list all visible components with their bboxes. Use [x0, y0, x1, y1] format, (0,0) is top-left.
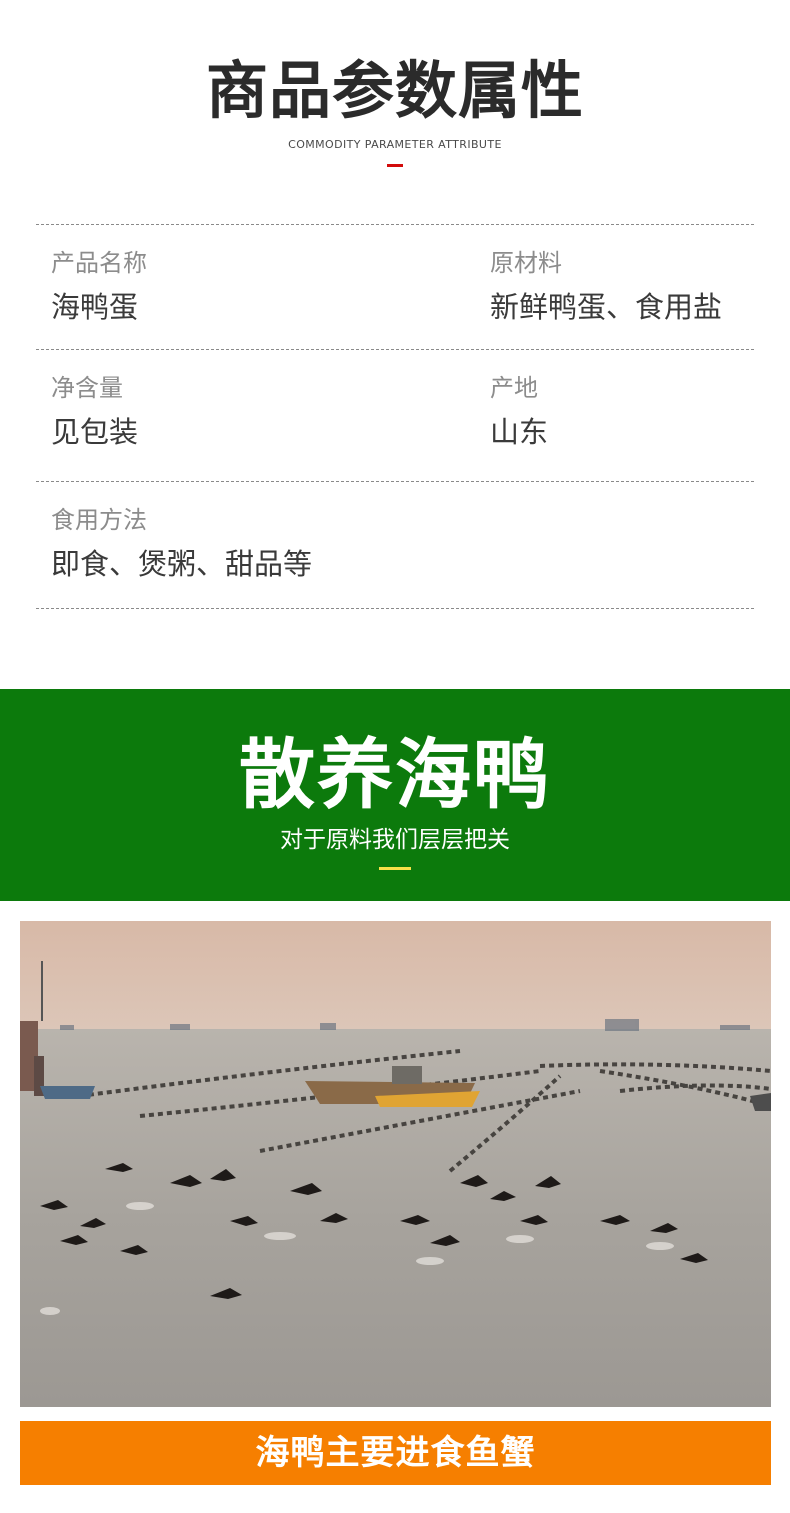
params-table: 产品名称 海鸭蛋 原材料 新鲜鸭蛋、食用盐 净含量 见包装 产地 山东 食用方法…	[36, 224, 754, 609]
banner-title: 散养海鸭	[239, 730, 551, 819]
param-value: 见包装	[51, 415, 139, 449]
params-subtitle: COMMODITY PARAMETER ATTRIBUTE	[288, 138, 502, 151]
param-value: 海鸭蛋	[51, 290, 139, 324]
banner-accent-line	[379, 867, 411, 870]
params-row: 产品名称 海鸭蛋 原材料 新鲜鸭蛋、食用盐	[36, 224, 754, 349]
param-usage: 食用方法 即食、煲粥、甜品等	[51, 504, 312, 584]
params-row: 净含量 见包装 产地 山东	[36, 349, 754, 481]
param-label: 原材料	[490, 249, 562, 277]
free-range-banner: 散养海鸭 对于原料我们层层把关	[0, 689, 790, 901]
param-label: 净含量	[51, 374, 123, 402]
product-detail-page: 商品参数属性 COMMODITY PARAMETER ATTRIBUTE 产品名…	[0, 0, 790, 1513]
param-value: 山东	[490, 415, 549, 449]
param-net-content: 净含量 见包装	[51, 372, 138, 452]
params-accent-line	[387, 164, 403, 167]
param-label: 食用方法	[51, 506, 147, 534]
param-product-name: 产品名称 海鸭蛋	[51, 247, 147, 327]
params-row: 食用方法 即食、煲粥、甜品等	[36, 481, 754, 609]
param-value: 即食、煲粥、甜品等	[51, 547, 313, 581]
param-label: 产地	[490, 374, 538, 402]
params-title: 商品参数属性	[205, 54, 584, 127]
caption-text: 海鸭主要进食鱼蟹	[255, 1433, 536, 1473]
banner-subtitle: 对于原料我们层层把关	[280, 827, 510, 853]
params-header: 商品参数属性 COMMODITY PARAMETER ATTRIBUTE	[0, 52, 790, 167]
param-label: 产品名称	[51, 249, 147, 277]
caption-bar: 海鸭主要进食鱼蟹	[20, 1421, 771, 1485]
param-raw-material: 原材料 新鲜鸭蛋、食用盐	[490, 247, 722, 327]
param-value: 新鲜鸭蛋、食用盐	[490, 290, 723, 324]
ducks-flying-over-sea-photo	[20, 921, 771, 1407]
param-origin: 产地 山东	[490, 372, 548, 452]
sea-ducks-photo	[20, 921, 771, 1407]
